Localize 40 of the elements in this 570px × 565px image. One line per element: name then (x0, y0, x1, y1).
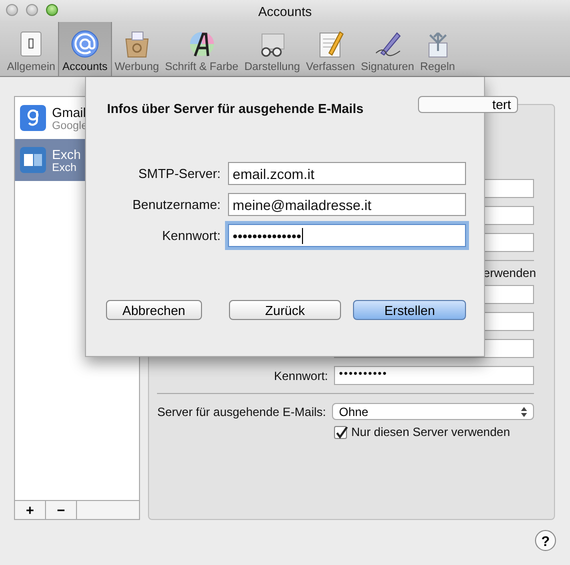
checkbox[interactable] (334, 426, 348, 438)
tab-button[interactable]: tert (418, 96, 518, 113)
at-sign-icon (70, 29, 100, 59)
minimize-button[interactable] (26, 4, 38, 16)
checkbox-label: Nur diesen Server verwenden (351, 425, 510, 439)
field-label: SMTP-Server: (137, 166, 221, 181)
close-button[interactable] (6, 4, 18, 16)
checkbox-label: erwenden (483, 266, 536, 280)
toolbar-tab[interactable]: Signaturen (358, 22, 418, 76)
toolbar-tab[interactable]: Verfassen (303, 22, 358, 76)
password-field[interactable]: •••••••••• (334, 366, 534, 385)
window-title: Accounts (258, 4, 312, 18)
toolbar-tab[interactable]: Schrift & Farbe (162, 22, 242, 76)
remove-button[interactable]: − (46, 501, 77, 519)
dialog-button[interactable]: Abbrechen (106, 300, 202, 320)
toolbar-tab[interactable]: Allgemein (4, 22, 58, 76)
dialog-title: Infos über Server für ausgehende E-Mails (107, 101, 364, 116)
help-button[interactable]: ? (535, 530, 556, 551)
account-name: Gmail (52, 104, 87, 120)
zoom-button[interactable] (46, 4, 58, 16)
field-label: Kennwort: (161, 228, 221, 243)
field-label: Kennwort: (274, 368, 328, 382)
field-label: Server für ausgehende E-Mails: (157, 404, 326, 418)
toolbar-tab[interactable]: Werbung (112, 22, 162, 76)
google-g-icon (20, 105, 46, 131)
toolbar-tab[interactable]: Accounts (58, 22, 112, 76)
exchange-icon (20, 147, 46, 173)
toolbar-tab[interactable]: Regeln (417, 22, 458, 76)
account-type: Exch (52, 162, 78, 174)
stepper-arrows-icon (521, 406, 527, 416)
account-name: Exch (52, 146, 81, 162)
dialog-button[interactable]: Zurück (228, 300, 342, 320)
input-field[interactable]: •••••••••••••• (228, 224, 466, 247)
add-button[interactable]: + (15, 501, 46, 519)
input-field[interactable]: email.zcom.it (228, 162, 466, 185)
toolbar-tab[interactable]: Darstellung (241, 22, 303, 76)
field-label: Benutzername: (132, 197, 221, 212)
input-field[interactable]: meine@mailadresse.it (228, 193, 466, 216)
server-dropdown[interactable]: Ohne (332, 403, 534, 420)
dialog-button[interactable]: Erstellen (353, 300, 466, 320)
